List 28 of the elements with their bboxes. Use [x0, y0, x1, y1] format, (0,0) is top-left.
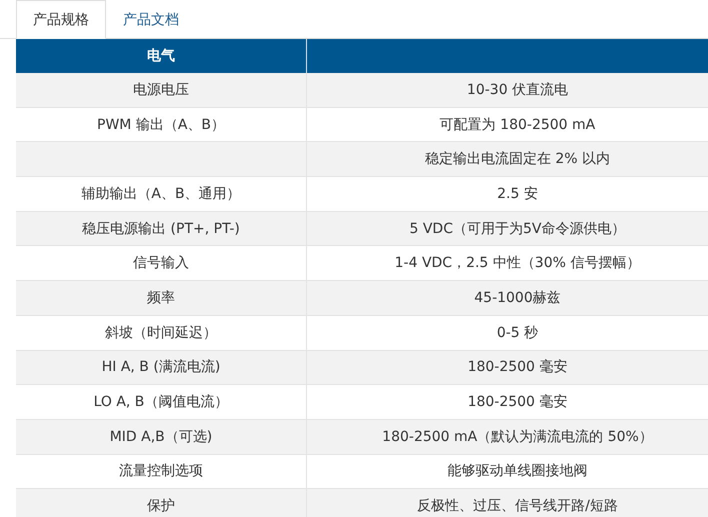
table-cell: 信号输入 — [133, 254, 189, 272]
table-cell: 可配置为 180-2500 mA — [440, 116, 596, 134]
table-cell: 流量控制选项 — [119, 462, 203, 480]
table-cell: 180-2500 mA（默认为满流电流的 50%） — [382, 428, 653, 446]
table-cell: MID A,B（可选) — [110, 428, 212, 446]
table-cell: 保护 — [147, 497, 175, 516]
table-cell: 能够驱动单线圈接地阀 — [448, 462, 588, 480]
table-cell: HI A, B (满流电流) — [102, 358, 220, 376]
table-cell: 180-2500 毫安 — [468, 358, 568, 376]
table-cell: 反极性、过压、信号线开路/短路 — [417, 497, 618, 516]
table-cell: LO A, B（阈值电流） — [94, 393, 228, 412]
table-cell: 稳定输出电流固定在 2% 以内 — [424, 150, 610, 168]
table-cell: 45-1000赫兹 — [474, 288, 561, 307]
table-cell: 辅助输出（A、B、通用） — [81, 184, 241, 203]
table-cell: 稳压电源输出 (PT+, PT-) — [82, 220, 240, 238]
table-cell: 10-30 伏直流电 — [466, 80, 568, 99]
column-header: 电气 — [147, 47, 175, 65]
table-cell: 2.5 安 — [497, 184, 538, 203]
table-cell: 1-4 VDC，2.5 中性（30% 信号摆幅） — [394, 254, 640, 272]
table-cell: 5 VDC（可用于为5V命令源供电） — [410, 220, 626, 238]
table-cell: 180-2500 毫安 — [468, 393, 568, 412]
table-cell: PWM 输出（A、B） — [97, 116, 225, 134]
tab[interactable]: 产品文档 — [106, 0, 196, 39]
table-cell: 0-5 秒 — [496, 324, 538, 342]
table-cell: 电源电压 — [133, 80, 189, 99]
tab[interactable]: 产品规格 — [16, 0, 106, 39]
table-cell: 频率 — [147, 288, 175, 307]
table-cell: 斜坡（时间延迟） — [105, 324, 217, 342]
